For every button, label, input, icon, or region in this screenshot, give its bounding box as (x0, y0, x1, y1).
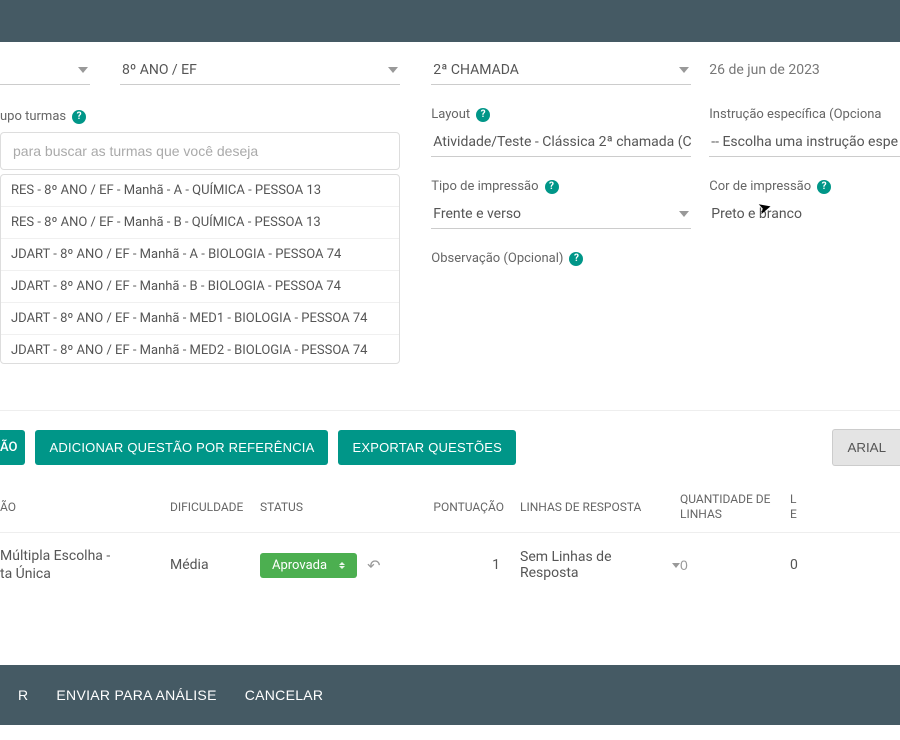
list-item[interactable]: RES - 8º ANO / EF - Manhã - B - QUÍMICA … (1, 207, 399, 239)
chevron-down-icon (679, 67, 689, 73)
qtd-linhas-input[interactable] (680, 557, 740, 573)
col-status: STATUS (260, 500, 430, 514)
curso-value: 8º ANO / EF (122, 62, 197, 78)
footer-bar: R ENVIAR PARA ANÁLISE CANCELAR (0, 665, 900, 725)
list-item[interactable]: JDART - 8º ANO / EF - Manhã - MED1 - BIO… (1, 303, 399, 335)
col-tipo: ÃO (0, 500, 170, 514)
instrucao-value: -- Escolha uma instrução espe (711, 134, 898, 150)
sort-arrows-icon (339, 562, 345, 569)
cor-impressao-select[interactable]: Preto e branco (709, 200, 900, 228)
save-button-partial[interactable]: R (18, 687, 28, 703)
instrucao-select[interactable]: -- Escolha uma instrução espe (709, 128, 900, 157)
tipo-avaliacao-value: 2ª CHAMADA (433, 62, 519, 78)
grupo-turmas-label: upo turmas (0, 109, 66, 124)
agendamento-value: 26 de jun de 2023 (709, 56, 900, 84)
col-dificuldade: DIFICULDADE (170, 500, 260, 514)
cell-linhas-resposta[interactable]: Sem Linhas de Resposta (520, 549, 680, 581)
export-questions-button[interactable]: EXPORTAR QUESTÕES (338, 430, 516, 465)
layout-select[interactable]: Atividade/Teste - Clássica 2ª chamada (C… (431, 128, 691, 157)
top-app-bar (0, 0, 900, 42)
cell-dificuldade: Média (170, 557, 260, 573)
chevron-down-icon (388, 67, 398, 73)
turmas-listbox[interactable]: RES - 8º ANO / EF - Manhã - A - QUÍMICA … (0, 174, 400, 364)
help-icon[interactable]: ? (569, 252, 583, 266)
col-linhas-resposta: LINHAS DE RESPOSTA (520, 500, 680, 514)
layout-value: Atividade/Teste - Clássica 2ª chamada (C… (433, 134, 691, 150)
undo-icon[interactable]: ↶ (367, 556, 380, 575)
cancel-button[interactable]: CANCELAR (245, 687, 324, 703)
instrucao-label: Instrução específica (Opciona (709, 107, 881, 122)
cell-pontuacao[interactable]: 1 (430, 557, 520, 573)
cell-espacamento: 0 (790, 557, 840, 573)
cor-impressao-value: Preto e branco (711, 206, 802, 222)
layout-label: Layout (431, 107, 470, 122)
questions-table: ÃO DIFICULDADE STATUS PONTUAÇÃO LINHAS D… (0, 482, 900, 597)
font-select-button[interactable]: ARIAL (832, 429, 900, 466)
status-badge[interactable]: Aprovada (260, 553, 357, 578)
help-icon[interactable]: ? (817, 180, 831, 194)
ano-select[interactable] (0, 56, 90, 85)
tipo-impressao-value: Frente e verso (433, 206, 521, 222)
send-for-analysis-button[interactable]: ENVIAR PARA ANÁLISE (56, 687, 216, 703)
curso-select[interactable]: 8º ANO / EF (120, 56, 400, 85)
col-qtd-linhas: QUANTIDADE DE LINHAS (680, 492, 790, 522)
tipo-avaliacao-select[interactable]: 2ª CHAMADA (431, 56, 691, 85)
chevron-down-icon (679, 211, 689, 217)
list-item[interactable]: JDART - 8º ANO / EF - Manhã - A - BIOLOG… (1, 239, 399, 271)
add-question-button-partial[interactable]: ÃO (0, 430, 25, 465)
list-item[interactable]: JDART - 8º ANO / EF - Manhã - MED2 - BIO… (1, 335, 399, 364)
list-item[interactable]: RES - 8º ANO / EF - Manhã - A - QUÍMICA … (1, 175, 399, 207)
observacao-label: Observação (Opcional) (431, 251, 563, 266)
cor-impressao-label: Cor de impressão (709, 179, 811, 194)
help-icon[interactable]: ? (545, 180, 559, 194)
status-text: Aprovada (272, 558, 327, 573)
turmas-search-input[interactable] (0, 132, 400, 170)
add-question-by-reference-button[interactable]: ADICIONAR QUESTÃO POR REFERÊNCIA (35, 430, 328, 465)
help-icon[interactable]: ? (72, 110, 86, 124)
help-icon[interactable]: ? (476, 108, 490, 122)
tipo-impressao-label: Tipo de impressão (431, 179, 538, 194)
cell-tipo: Múltipla Escolha - ta Única (0, 547, 170, 583)
list-item[interactable]: JDART - 8º ANO / EF - Manhã - B - BIOLOG… (1, 271, 399, 303)
chevron-down-icon (78, 67, 88, 73)
table-row[interactable]: Múltipla Escolha - ta Única Média Aprova… (0, 532, 900, 597)
col-pontuacao: PONTUAÇÃO (430, 500, 520, 514)
chevron-down-icon (672, 563, 680, 568)
col-espacamento: LE (790, 492, 840, 522)
tipo-impressao-select[interactable]: Frente e verso (431, 200, 691, 229)
